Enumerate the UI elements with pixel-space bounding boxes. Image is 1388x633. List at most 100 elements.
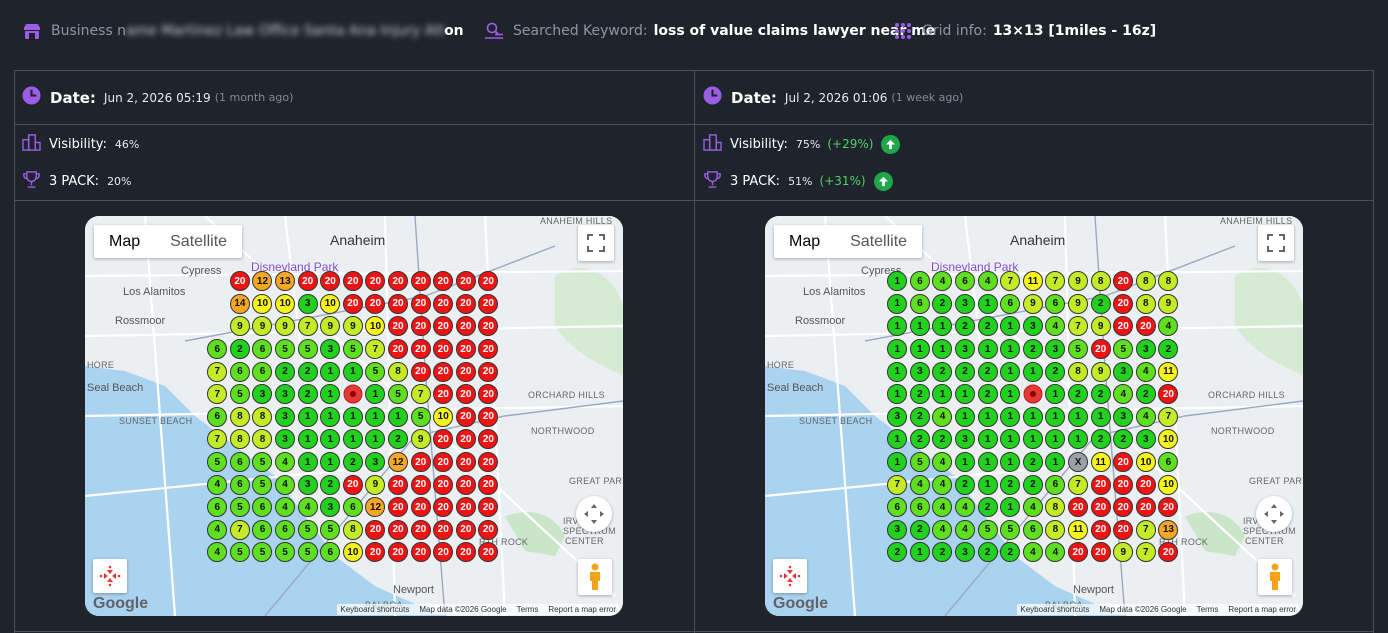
rank-pin[interactable]: 1 [977, 474, 998, 495]
rank-pin[interactable]: 3 [1022, 316, 1043, 337]
fullscreen-button[interactable] [1258, 225, 1294, 261]
rank-pin[interactable]: 20 [410, 542, 431, 563]
rank-pin[interactable]: 7 [207, 361, 228, 382]
rank-map[interactable]: Anaheim Disneyland Park Cypress Los Alam… [85, 216, 623, 616]
rank-pin[interactable]: 3 [887, 406, 908, 427]
rank-pin[interactable]: 2 [955, 361, 976, 382]
pan-control-button[interactable] [576, 496, 612, 532]
rank-pin[interactable]: 8 [1135, 271, 1156, 292]
rank-pin[interactable]: 1 [977, 406, 998, 427]
rank-pin[interactable]: 1 [1045, 452, 1066, 473]
rank-pin[interactable]: 9 [1068, 271, 1089, 292]
rank-pin[interactable]: 2 [1022, 339, 1043, 360]
rank-pin[interactable]: 20 [478, 497, 499, 518]
rank-pin[interactable]: 20 [365, 519, 386, 540]
rank-pin[interactable]: 9 [342, 316, 363, 337]
rank-pin[interactable]: 6 [1045, 474, 1066, 495]
rank-pin[interactable]: 20 [455, 384, 476, 405]
rank-pin[interactable]: 20 [455, 271, 476, 292]
rank-pin[interactable]: 1 [320, 384, 341, 405]
rank-pin[interactable]: 2 [977, 316, 998, 337]
rank-pin[interactable]: 20 [433, 361, 454, 382]
rank-pin[interactable]: 7 [887, 474, 908, 495]
rank-pin[interactable]: 1 [1000, 452, 1021, 473]
rank-pin[interactable]: 6 [229, 474, 250, 495]
rank-pin[interactable]: 9 [1158, 293, 1179, 314]
rank-pin[interactable]: 2 [1022, 474, 1043, 495]
rank-pin[interactable]: 20 [1090, 519, 1111, 540]
rank-pin[interactable]: 5 [252, 452, 273, 473]
rank-pin[interactable]: 3 [275, 384, 296, 405]
rank-pin[interactable]: 6 [207, 406, 228, 427]
rank-pin[interactable]: 3 [320, 339, 341, 360]
rank-pin[interactable]: 13 [275, 271, 296, 292]
rank-pin[interactable]: 20 [478, 429, 499, 450]
rank-pin[interactable]: 20 [433, 542, 454, 563]
rank-pin[interactable]: 10 [1158, 429, 1179, 450]
rank-pin[interactable]: 2 [1000, 542, 1021, 563]
rank-pin[interactable]: 10 [252, 293, 273, 314]
rank-pin[interactable]: 1 [320, 452, 341, 473]
rank-pin[interactable]: 4 [1158, 316, 1179, 337]
rank-pin[interactable]: 3 [1135, 429, 1156, 450]
rank-pin[interactable]: 2 [1113, 429, 1134, 450]
rank-pin[interactable]: 1 [1000, 497, 1021, 518]
report-error-link[interactable]: Report a map error [548, 605, 616, 614]
rank-pin[interactable]: 6 [909, 293, 930, 314]
rank-pin[interactable]: 20 [455, 429, 476, 450]
rank-pin[interactable]: 3 [297, 474, 318, 495]
rank-pin[interactable]: 12 [252, 271, 273, 292]
rank-pin[interactable]: 1 [342, 429, 363, 450]
rank-pin[interactable]: 5 [342, 339, 363, 360]
rank-pin[interactable]: 20 [1090, 497, 1111, 518]
rank-pin[interactable]: 3 [252, 384, 273, 405]
rank-pin[interactable]: 6 [1000, 293, 1021, 314]
rank-pin[interactable]: 2 [275, 361, 296, 382]
rank-pin[interactable]: 1 [1068, 406, 1089, 427]
keyboard-shortcuts-link[interactable]: Keyboard shortcuts [1020, 605, 1089, 614]
rank-pin[interactable]: 1 [1090, 406, 1111, 427]
rank-pin[interactable]: 20 [342, 474, 363, 495]
rank-pin[interactable]: 8 [1135, 293, 1156, 314]
rank-pin[interactable]: 1 [320, 361, 341, 382]
rank-pin[interactable]: 1 [297, 452, 318, 473]
rank-pin[interactable]: 5 [1113, 339, 1134, 360]
rank-pin[interactable]: 1 [977, 429, 998, 450]
rank-pin[interactable]: 3 [275, 406, 296, 427]
rank-pin[interactable]: 1 [1000, 339, 1021, 360]
rank-pin[interactable]: 1 [297, 429, 318, 450]
rank-pin[interactable]: 1 [932, 339, 953, 360]
rank-pin[interactable]: 2 [388, 429, 409, 450]
rank-pin[interactable]: 4 [275, 497, 296, 518]
rank-pin[interactable]: 6 [342, 497, 363, 518]
rank-pin[interactable]: 5 [388, 384, 409, 405]
rank-pin[interactable]: 20 [1158, 384, 1179, 405]
rank-pin[interactable]: 20 [388, 316, 409, 337]
rank-pin[interactable]: 20 [1135, 497, 1156, 518]
rank-pin[interactable]: 1 [887, 384, 908, 405]
fullscreen-button[interactable] [578, 225, 614, 261]
rank-pin[interactable]: 8 [388, 361, 409, 382]
rank-pin[interactable]: 14 [229, 293, 250, 314]
rank-pin[interactable]: 3 [1135, 339, 1156, 360]
rank-pin[interactable]: 20 [297, 271, 318, 292]
rank-pin[interactable]: 20 [455, 339, 476, 360]
rank-pin[interactable]: 20 [1135, 474, 1156, 495]
rank-pin[interactable]: 1 [342, 361, 363, 382]
rank-pin[interactable]: 20 [1113, 519, 1134, 540]
rank-pin[interactable]: 8 [1090, 271, 1111, 292]
rank-pin[interactable]: 1 [320, 429, 341, 450]
rank-pin[interactable]: 6 [1045, 293, 1066, 314]
rank-pin[interactable]: 1 [887, 429, 908, 450]
rank-pin[interactable]: 1 [1000, 361, 1021, 382]
rank-pin[interactable]: 20 [455, 474, 476, 495]
rank-pin[interactable]: 4 [207, 474, 228, 495]
rank-pin[interactable]: 20 [1090, 542, 1111, 563]
terms-link[interactable]: Terms [1197, 605, 1219, 614]
rank-pin[interactable]: 6 [1022, 519, 1043, 540]
rank-pin[interactable]: 20 [410, 361, 431, 382]
rank-pin[interactable]: 2 [297, 384, 318, 405]
rank-pin[interactable]: 5 [297, 542, 318, 563]
rank-pin[interactable]: 1 [1045, 406, 1066, 427]
business-location-pin[interactable] [343, 384, 363, 404]
